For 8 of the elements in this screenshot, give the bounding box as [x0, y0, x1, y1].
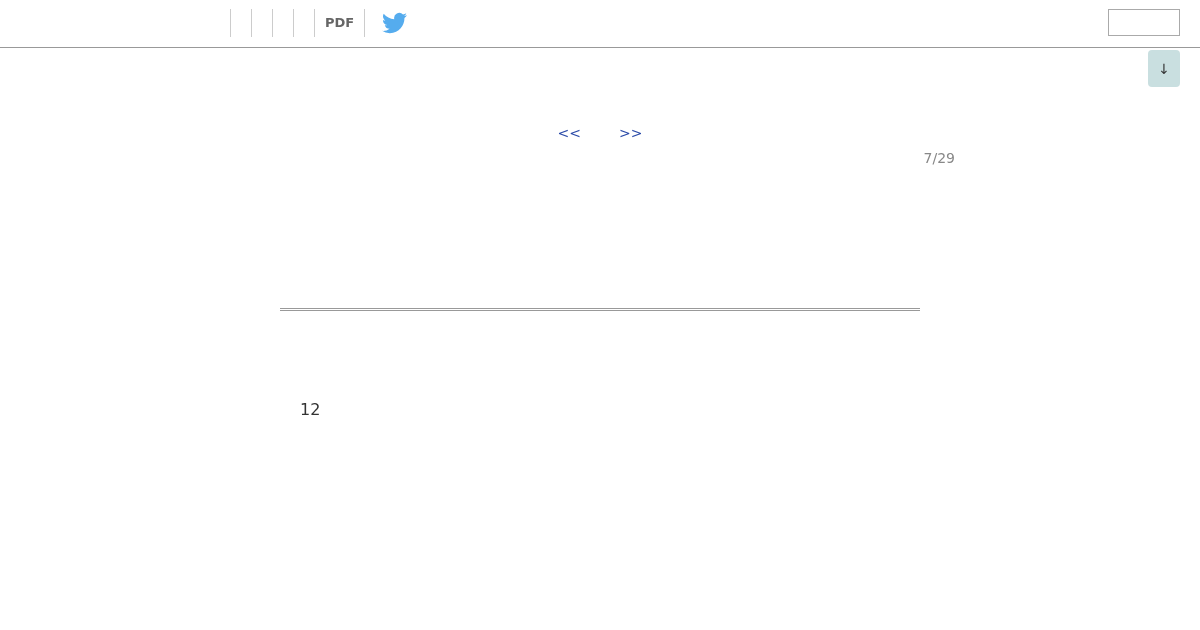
page-number: 12: [300, 400, 321, 420]
pdf-link[interactable]: PDF: [314, 8, 366, 37]
next-page-link[interactable]: >>: [619, 124, 643, 142]
page-counter: 7/29: [923, 149, 955, 167]
previous-page-link[interactable]: <<: [557, 124, 581, 142]
search-field[interactable]: [1108, 9, 1180, 36]
bird-icon[interactable]: [382, 11, 408, 34]
scroll-down-button[interactable]: ↓: [1148, 50, 1180, 87]
